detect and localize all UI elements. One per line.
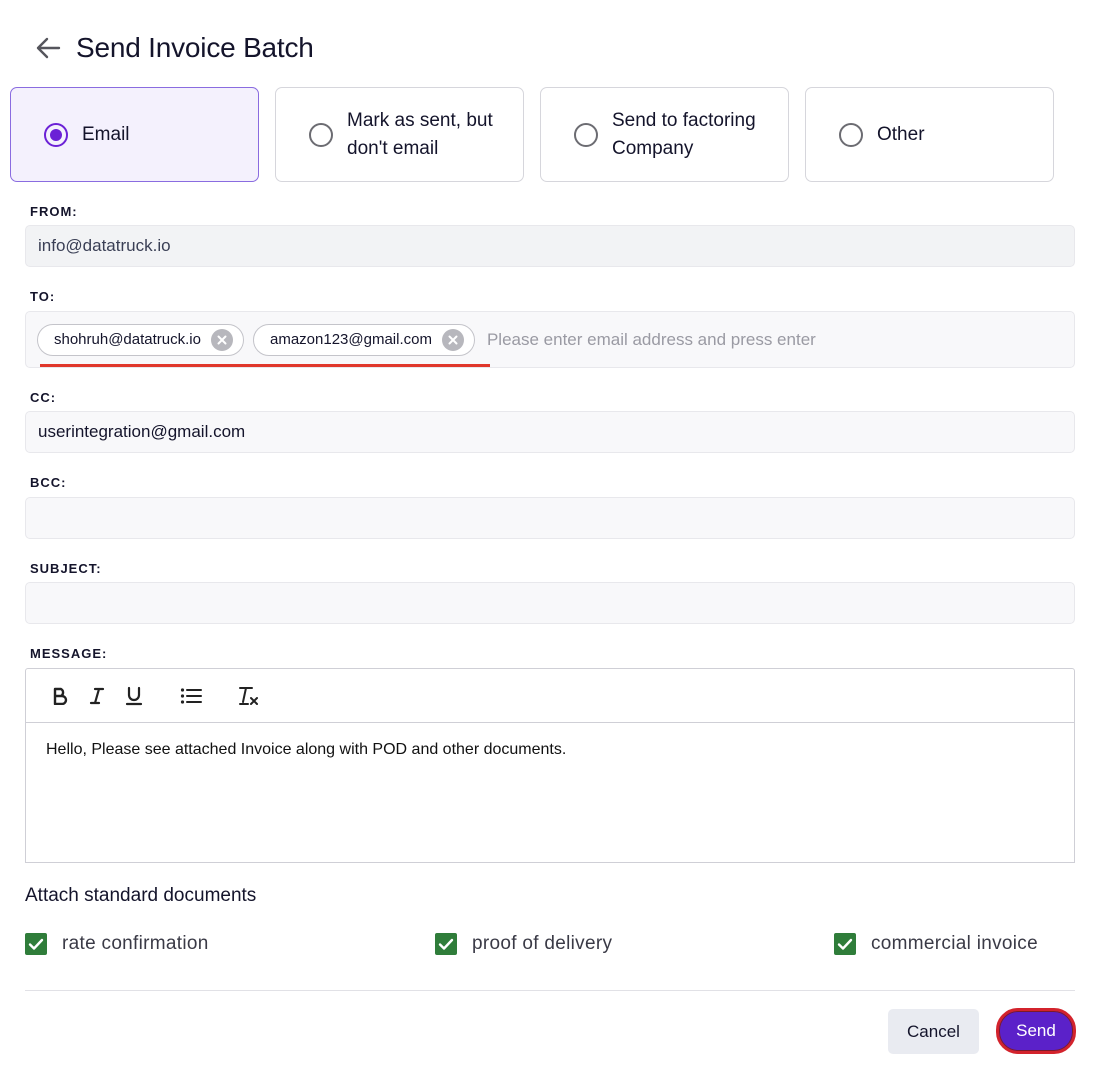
send-button[interactable]: Send xyxy=(996,1008,1076,1054)
bcc-field[interactable] xyxy=(25,497,1075,539)
subject-input[interactable] xyxy=(38,583,1074,623)
checkbox-checked-icon[interactable] xyxy=(834,933,856,955)
checkbox-label: commercial invoice xyxy=(871,933,1038,954)
email-chip: shohruh@datatruck.io xyxy=(37,323,244,356)
to-field[interactable]: shohruh@datatruck.io amazon123@gmail.com… xyxy=(25,311,1075,368)
from-field: info@datatruck.io xyxy=(25,225,1075,267)
checkbox-checked-icon[interactable] xyxy=(25,933,47,955)
to-label: TO: xyxy=(30,289,56,304)
checkbox-checked-icon[interactable] xyxy=(435,933,457,955)
option-label: Email xyxy=(82,123,130,145)
option-send-to-factoring[interactable]: Send to factoring Company xyxy=(540,87,789,182)
message-editor[interactable]: Hello, Please see attached Invoice along… xyxy=(25,723,1075,863)
subject-field[interactable] xyxy=(25,582,1075,624)
send-method-options: Email Mark as sent, but don't email Send… xyxy=(10,87,1054,182)
editor-toolbar xyxy=(25,668,1075,723)
cc-field[interactable]: userintegration@gmail.com xyxy=(25,411,1075,453)
checkbox-label: proof of delivery xyxy=(472,933,613,954)
remove-chip-icon[interactable] xyxy=(210,328,233,351)
bold-icon[interactable] xyxy=(46,682,74,710)
option-other[interactable]: Other xyxy=(805,87,1054,182)
checkbox-rate-confirmation[interactable]: rate confirmation xyxy=(25,933,209,955)
email-chip: amazon123@gmail.com xyxy=(252,323,475,356)
italic-icon[interactable] xyxy=(83,682,111,710)
checkbox-label: rate confirmation xyxy=(62,933,209,954)
bulleted-list-icon[interactable] xyxy=(177,682,205,710)
bcc-input[interactable] xyxy=(38,498,1074,538)
option-label: Other xyxy=(877,123,925,145)
option-label: Send to factoring Company xyxy=(612,109,756,159)
cancel-button[interactable]: Cancel xyxy=(888,1009,979,1054)
underline-icon[interactable] xyxy=(120,682,148,710)
option-label: Mark as sent, but don't email xyxy=(347,109,493,159)
page-title: Send Invoice Batch xyxy=(76,32,314,63)
clear-formatting-icon[interactable] xyxy=(234,682,262,710)
checkbox-commercial-invoice[interactable]: commercial invoice xyxy=(834,933,1038,955)
from-value: info@datatruck.io xyxy=(38,236,171,255)
radio-unchecked-icon[interactable] xyxy=(574,122,598,147)
footer-divider xyxy=(25,990,1075,991)
from-label: FROM: xyxy=(30,204,78,219)
radio-checked-icon[interactable] xyxy=(44,122,68,147)
option-mark-as-sent[interactable]: Mark as sent, but don't email xyxy=(275,87,524,182)
checkbox-proof-of-delivery[interactable]: proof of delivery xyxy=(435,933,612,955)
option-email[interactable]: Email xyxy=(10,87,259,182)
cc-label: CC: xyxy=(30,390,57,405)
attachments-title: Attach standard documents xyxy=(25,885,257,906)
highlight-underline xyxy=(40,364,490,367)
radio-unchecked-icon[interactable] xyxy=(309,122,333,147)
subject-label: SUBJECT: xyxy=(30,561,102,576)
page-header: Send Invoice Batch xyxy=(34,28,314,68)
cc-value: userintegration@gmail.com xyxy=(38,422,246,441)
remove-chip-icon[interactable] xyxy=(441,328,464,351)
message-text: Hello, Please see attached Invoice along… xyxy=(46,741,567,758)
radio-unchecked-icon[interactable] xyxy=(839,122,863,147)
chip-label: amazon123@gmail.com xyxy=(269,331,432,348)
to-input-placeholder[interactable]: Please enter email address and press ent… xyxy=(487,330,816,350)
bcc-label: BCC: xyxy=(30,475,67,490)
chip-label: shohruh@datatruck.io xyxy=(54,331,201,348)
message-label: MESSAGE: xyxy=(30,646,108,661)
back-arrow-icon[interactable] xyxy=(34,34,62,62)
